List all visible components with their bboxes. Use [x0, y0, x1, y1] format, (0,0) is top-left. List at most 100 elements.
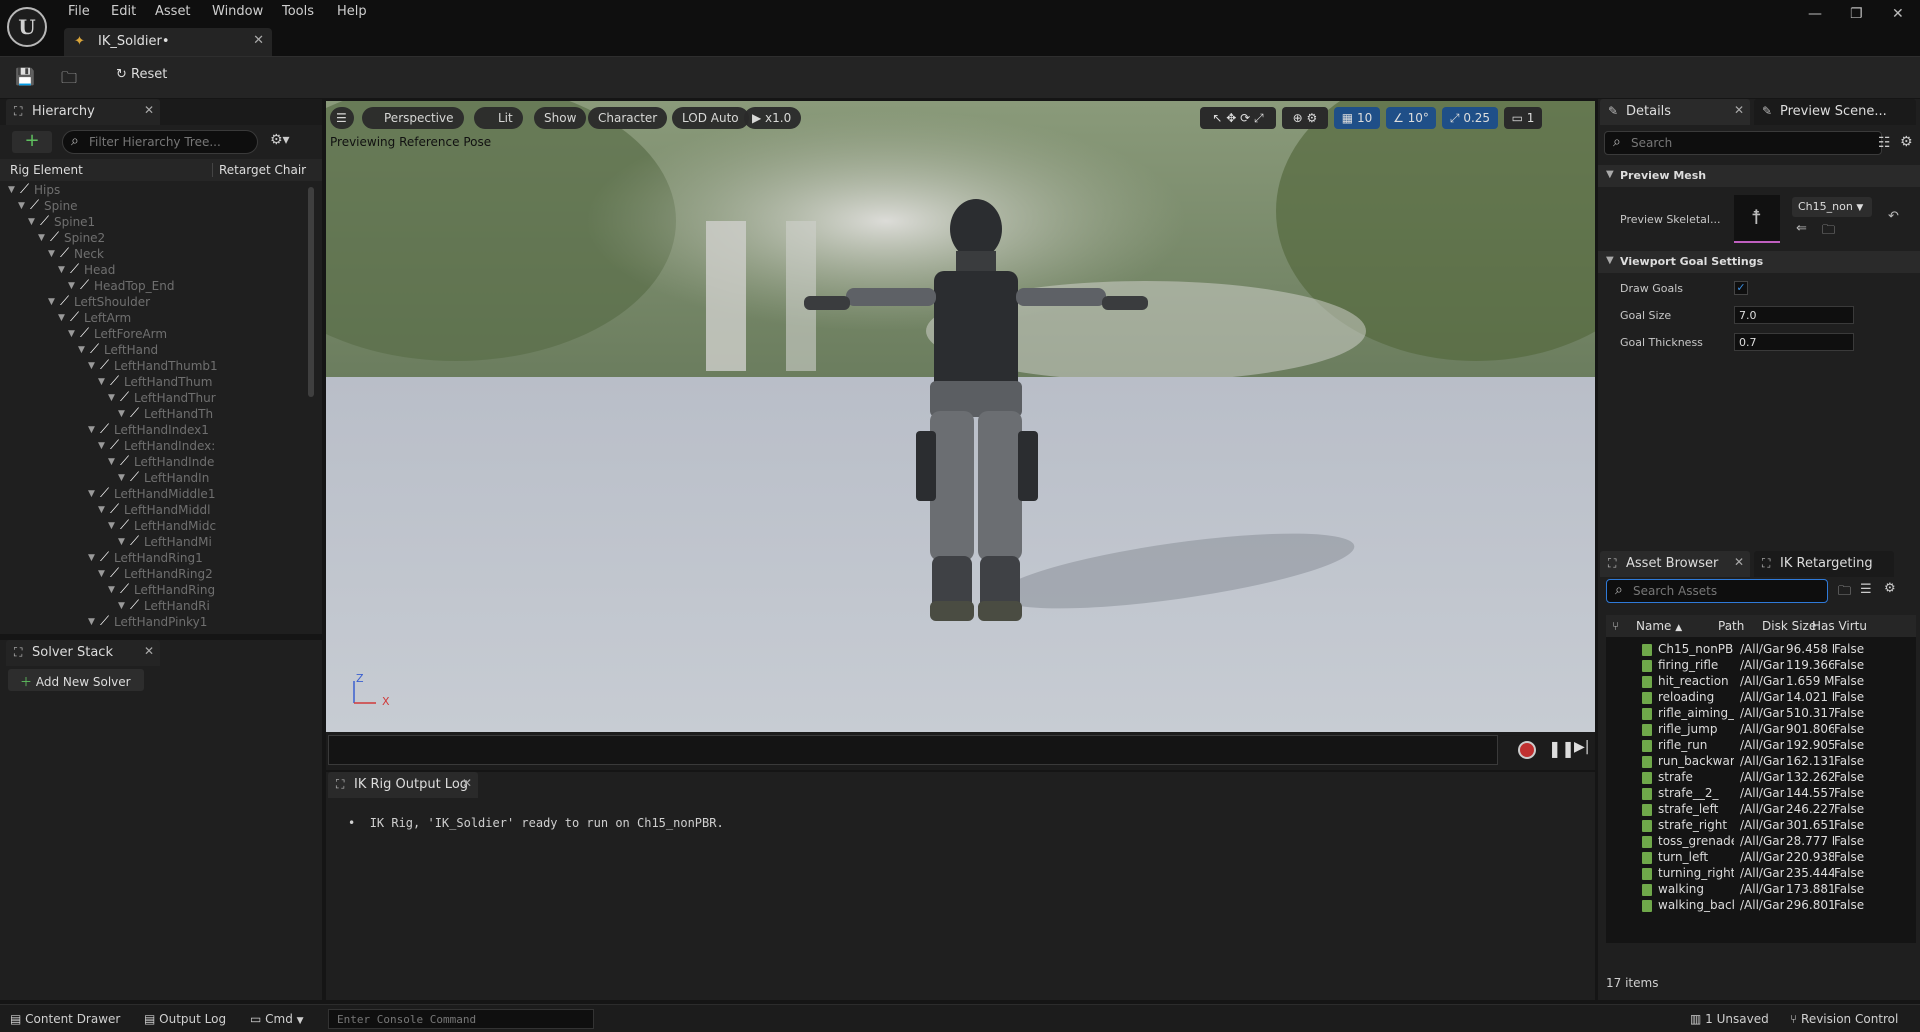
asset-row[interactable]: strafe_left/All/Gar246.227 IFalse [1606, 802, 1916, 818]
save-icon[interactable]: 💾 [14, 67, 36, 87]
add-element-button[interactable]: + [12, 131, 52, 153]
expand-arrow-icon[interactable]: ▼ [28, 217, 35, 227]
goal-size-input[interactable]: 7.0 [1734, 306, 1854, 324]
hierarchy-row[interactable]: ▼ ⟋ LeftArm [0, 310, 306, 327]
tab-ik-retargeting[interactable]: ⛶ IK Retargeting [1754, 551, 1894, 577]
expand-arrow-icon[interactable]: ▼ [88, 617, 95, 627]
lod-button[interactable]: LOD Auto [672, 107, 749, 129]
asset-row[interactable]: turn_left/All/Gar220.938 IFalse [1606, 850, 1916, 866]
restore-icon[interactable]: ❐ [1850, 6, 1863, 22]
asset-row[interactable]: reloading/All/Gar14.021 MFalse [1606, 690, 1916, 706]
tab-hierarchy[interactable]: ⛶ Hierarchy ✕ [6, 99, 160, 125]
expand-arrow-icon[interactable]: ▼ [48, 249, 55, 259]
unreal-logo-icon[interactable]: U [7, 7, 47, 47]
hierarchy-row[interactable]: ▼ ⟋ LeftHandRi [0, 598, 306, 615]
menu-help[interactable]: Help [337, 4, 367, 19]
minimize-icon[interactable]: — [1808, 6, 1822, 22]
col-name[interactable]: Name ▲ [1636, 619, 1682, 633]
hierarchy-row[interactable]: ▼ ⟋ LeftHandThum [0, 374, 306, 391]
hierarchy-filter-input[interactable]: ⌕ Filter Hierarchy Tree... [62, 130, 258, 154]
close-hierarchy-icon[interactable]: ✕ [144, 103, 154, 117]
menu-tools[interactable]: Tools [282, 4, 314, 19]
unsaved-indicator[interactable]: ▥ 1 Unsaved [1690, 1012, 1769, 1026]
asset-row[interactable]: Ch15_nonPBF/All/Gar96.458 KiFalse [1606, 642, 1916, 658]
draw-goals-checkbox[interactable]: ✓ [1734, 281, 1748, 295]
pause-icon[interactable]: ❚❚ [1548, 739, 1575, 758]
expand-arrow-icon[interactable]: ▼ [88, 361, 95, 371]
expand-arrow-icon[interactable]: ▼ [118, 537, 125, 547]
menu-edit[interactable]: Edit [111, 4, 136, 19]
expand-arrow-icon[interactable]: ▼ [78, 345, 85, 355]
hierarchy-row[interactable]: ▼ ⟋ LeftHandMiddle1 [0, 486, 306, 503]
expand-arrow-icon[interactable]: ▼ [118, 601, 125, 611]
reset-to-default-icon[interactable]: ↶ [1888, 209, 1899, 224]
expand-arrow-icon[interactable]: ▼ [68, 329, 75, 339]
asset-row[interactable]: rifle_run/All/Gar192.905 IFalse [1606, 738, 1916, 754]
asset-row[interactable]: rifle_aiming_i/All/Gar510.317 IFalse [1606, 706, 1916, 722]
asset-row[interactable]: strafe__2_ /All/Gar144.557 IFalse [1606, 786, 1916, 802]
expand-arrow-icon[interactable]: ▼ [88, 425, 95, 435]
close-solver-icon[interactable]: ✕ [144, 644, 154, 658]
expand-arrow-icon[interactable]: ▼ [38, 233, 45, 243]
hierarchy-row[interactable]: ▼ ⟋ LeftHandPinky1 [0, 614, 306, 631]
output-log-button[interactable]: ▤ Output Log [144, 1012, 226, 1026]
asset-row[interactable]: strafe/All/Gar132.262 IFalse [1606, 770, 1916, 786]
hierarchy-row[interactable]: ▼ ⟋ LeftHandIndex: [0, 438, 306, 455]
perspective-button[interactable]: Perspective [362, 107, 464, 129]
hierarchy-row[interactable]: ▼ ⟋ LeftHandIn [0, 470, 306, 487]
hierarchy-row[interactable]: ▼ ⟋ LeftHandMidc [0, 518, 306, 535]
add-new-solver-button[interactable]: ＋ Add New Solver [8, 669, 144, 691]
view-options-icon[interactable]: ☷ [1878, 135, 1891, 151]
asset-row[interactable]: toss_grenade/All/Gar28.777 MFalse [1606, 834, 1916, 850]
hierarchy-row[interactable]: ▼ ⟋ Neck [0, 246, 306, 263]
expand-arrow-icon[interactable]: ▼ [108, 457, 115, 467]
hierarchy-row[interactable]: ▼ ⟋ LeftHandRing1 [0, 550, 306, 567]
expand-arrow-icon[interactable]: ▼ [108, 585, 115, 595]
character-button[interactable]: Character [588, 107, 668, 129]
transform-tools[interactable]: ↖ ✥ ⟳ ⤢ [1200, 107, 1276, 129]
expand-arrow-icon[interactable]: ▼ [108, 393, 115, 403]
reset-button[interactable]: ↻ Reset [116, 67, 167, 82]
preview-mesh-dropdown[interactable]: Ch15_non ▼ [1792, 197, 1872, 217]
tab-preview-scene[interactable]: ✎ Preview Scene... [1754, 99, 1916, 125]
hierarchy-row[interactable]: ▼ ⟋ LeftHandIndex1 [0, 422, 306, 439]
hierarchy-row[interactable]: ▼ ⟋ LeftHandRing [0, 582, 306, 599]
asset-row[interactable]: firing_rifle/All/Gar119.366 IFalse [1606, 658, 1916, 674]
col-rig-element[interactable]: Rig Element [10, 163, 83, 177]
viewport[interactable]: ☰ Perspective Lit Show Character LOD Aut… [326, 101, 1595, 732]
expand-arrow-icon[interactable]: ▼ [108, 521, 115, 531]
expand-arrow-icon[interactable]: ▼ [98, 377, 105, 387]
column-options-icon[interactable]: ⑂ [1612, 619, 1619, 633]
col-disk-size[interactable]: Disk Size [1762, 619, 1816, 633]
goal-settings-section[interactable]: ▼ Viewport Goal Settings [1598, 251, 1920, 273]
hierarchy-scrollbar[interactable] [308, 187, 314, 397]
asset-row[interactable]: walking_back/All/Gar296.801 IFalse [1606, 898, 1916, 914]
hierarchy-row[interactable]: ▼ ⟋ LeftHandInde [0, 454, 306, 471]
hierarchy-row[interactable]: ▼ ⟋ LeftHandRing2 [0, 566, 306, 583]
coordinate-tools[interactable]: ⊕ ⚙ [1282, 107, 1328, 129]
viewport-menu-button[interactable]: ☰ [330, 107, 354, 129]
browse-icon[interactable]: 🗀 [58, 67, 80, 87]
hierarchy-row[interactable]: ▼ ⟋ LeftHandMi [0, 534, 306, 551]
hierarchy-row[interactable]: ▼ ⟋ LeftHandMiddl [0, 502, 306, 519]
expand-arrow-icon[interactable]: ▼ [8, 185, 15, 195]
timeline-scrubber[interactable] [328, 735, 1498, 765]
rotation-snap-button[interactable]: ∠ 10° [1386, 107, 1436, 129]
asset-search-input[interactable]: ⌕ Search Assets [1606, 579, 1828, 603]
asset-row[interactable]: walking/All/Gar173.881 IFalse [1606, 882, 1916, 898]
settings-gear-icon[interactable]: ⚙ [1900, 134, 1913, 150]
details-search-input[interactable]: ⌕ Search [1604, 131, 1882, 155]
cmd-dropdown[interactable]: ▭ Cmd ▼ [250, 1012, 304, 1026]
tab-details[interactable]: ✎ Details ✕ [1600, 99, 1750, 125]
close-log-icon[interactable]: ✕ [462, 776, 472, 790]
content-drawer-button[interactable]: ▤ Content Drawer [10, 1012, 120, 1026]
expand-arrow-icon[interactable]: ▼ [18, 201, 25, 211]
folder-icon[interactable]: 🗀 [1838, 582, 1851, 604]
expand-arrow-icon[interactable]: ▼ [118, 473, 125, 483]
col-path[interactable]: Path [1718, 619, 1744, 633]
hierarchy-row[interactable]: ▼ ⟋ Hips [0, 183, 306, 199]
expand-arrow-icon[interactable]: ▼ [98, 569, 105, 579]
scale-snap-button[interactable]: ⤢ 0.25 [1442, 107, 1498, 129]
hierarchy-row[interactable]: ▼ ⟋ LeftHandThumb1 [0, 358, 306, 375]
hierarchy-row[interactable]: ▼ ⟋ LeftHand [0, 342, 306, 359]
